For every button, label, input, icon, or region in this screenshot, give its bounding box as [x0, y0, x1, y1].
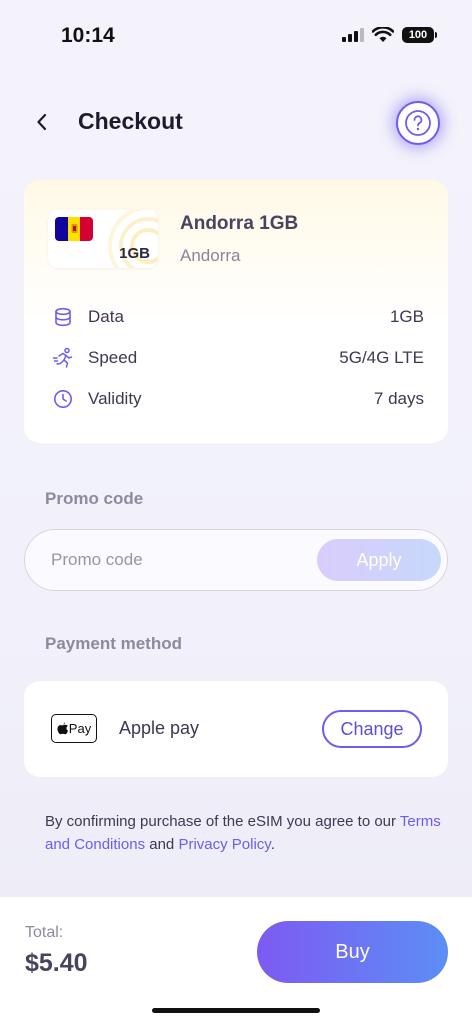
apply-promo-button[interactable]: Apply — [317, 539, 441, 581]
checkout-footer: Total: $5.40 Buy — [0, 897, 472, 1024]
cellular-signal-icon — [342, 28, 364, 42]
chevron-left-icon — [37, 113, 47, 131]
payment-section-label: Payment method — [45, 634, 182, 653]
spec-row-speed: Speed 5G/4G LTE — [52, 346, 424, 370]
spec-label: Speed — [88, 348, 138, 367]
flag-stripe-yellow — [67, 217, 81, 241]
spec-label: Validity — [88, 389, 142, 408]
status-time: 10:14 — [61, 24, 115, 47]
flag-stripe-red — [80, 217, 93, 241]
buy-button[interactable]: Buy — [257, 921, 448, 983]
payment-method-name: Apple pay — [119, 718, 200, 738]
spec-value: 5G/4G LTE — [339, 348, 424, 367]
question-mark-icon — [405, 110, 431, 136]
payment-method-card: Pay Apple pay Change — [24, 681, 448, 777]
esim-thumbnail: 1GB — [48, 210, 158, 268]
legal-suffix: . — [270, 836, 275, 853]
plan-country: Andorra — [180, 246, 241, 265]
promo-code-field: Apply — [24, 529, 448, 591]
total-label: Total: — [25, 924, 64, 941]
andorra-flag-icon — [55, 217, 93, 241]
spec-row-validity: Validity 7 days — [52, 387, 424, 411]
plan-name: Andorra 1GB — [180, 213, 299, 234]
privacy-link[interactable]: Privacy Policy — [178, 836, 270, 853]
apple-pay-logo-text: Pay — [68, 721, 92, 736]
change-payment-button[interactable]: Change — [322, 710, 422, 748]
spec-value: 1GB — [389, 307, 424, 326]
status-icons: 100 — [342, 27, 437, 43]
spec-label: Data — [88, 307, 124, 326]
promo-code-input[interactable] — [51, 544, 311, 576]
battery-indicator: 100 — [402, 27, 437, 43]
apple-pay-logo: Pay — [51, 714, 97, 743]
running-speed-icon — [52, 347, 74, 369]
legal-disclaimer: By confirming purchase of the eSIM you a… — [45, 810, 445, 856]
help-button[interactable] — [396, 101, 440, 145]
back-button[interactable] — [28, 108, 56, 136]
plan-card: 1GB Andorra 1GB Andorra Data 1GB Speed 5… — [24, 180, 448, 443]
flag-stripe-blue — [55, 217, 68, 241]
clock-icon — [52, 388, 74, 410]
database-icon — [52, 306, 74, 328]
spec-value: 7 days — [373, 389, 424, 408]
page-title: Checkout — [78, 108, 183, 134]
total-price: $5.40 — [25, 949, 88, 977]
status-bar: 10:14 100 — [0, 0, 472, 60]
legal-prefix: By confirming purchase of the eSIM you a… — [45, 813, 400, 830]
home-indicator — [152, 1008, 320, 1013]
spec-row-data: Data 1GB — [52, 305, 424, 329]
wifi-icon — [372, 27, 394, 42]
flag-coat-of-arms-icon — [71, 224, 78, 233]
apple-icon — [57, 722, 68, 735]
sim-data-size: 1GB — [119, 245, 150, 262]
promo-section-label: Promo code — [45, 489, 144, 508]
legal-middle: and — [145, 836, 179, 853]
